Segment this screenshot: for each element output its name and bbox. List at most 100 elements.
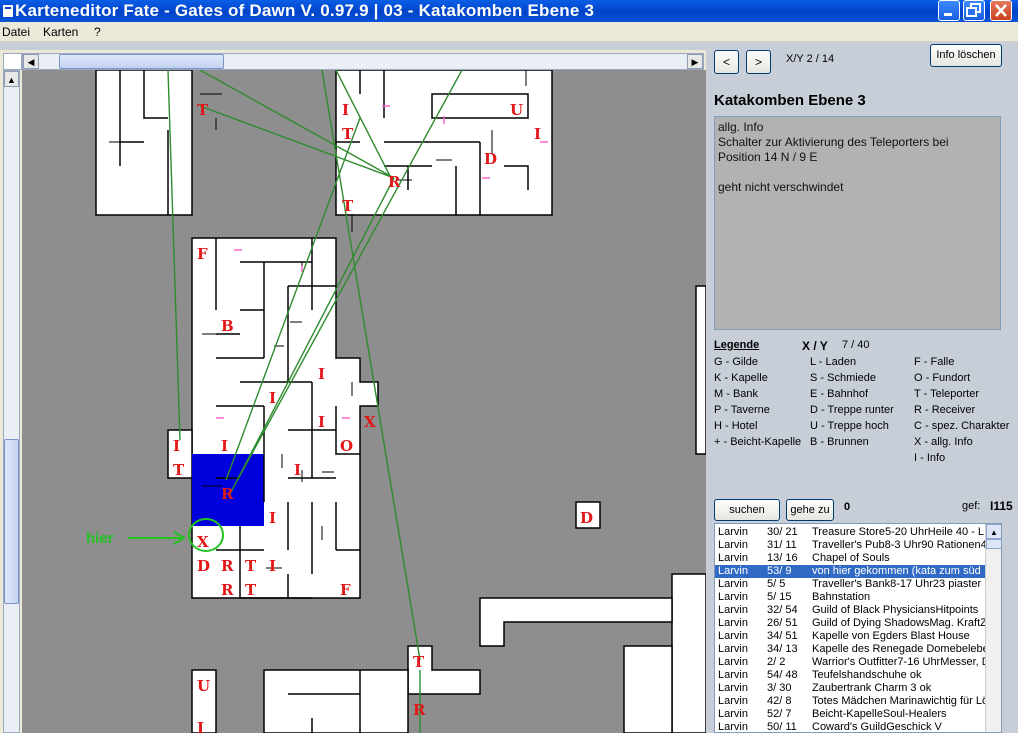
list-item[interactable]: Larvin 42/ 8 Totes Mädchen Marinawichtig f…: [715, 695, 985, 708]
map-label: R: [221, 581, 234, 599]
hier-label: hier: [86, 530, 114, 547]
map-title: Katakomben Ebene 3: [714, 92, 866, 109]
prev-button[interactable]: <: [714, 50, 739, 74]
info-textarea[interactable]: allg. Info Schalter zur Aktivierung des …: [714, 116, 1001, 330]
results-list[interactable]: Larvin 30/ 21 Treasure Store5-20 UhrHeile …: [714, 523, 1002, 733]
results-scrollbar[interactable]: ▲: [985, 524, 1001, 732]
legend-item: F - Falle: [914, 356, 955, 368]
legend-item: H - Hotel: [714, 420, 758, 432]
legend-item: P - Taverne: [714, 404, 770, 416]
legend-item: U - Treppe hoch: [810, 420, 889, 432]
legend-item: O - Fundort: [914, 372, 971, 384]
map-label: F: [197, 245, 208, 263]
map-vertical-scrollbar[interactable]: ▲: [3, 70, 20, 733]
map-label: R: [221, 485, 234, 503]
scroll-left-icon[interactable]: ◀: [23, 54, 39, 69]
search-button[interactable]: suchen: [714, 499, 780, 521]
vertical-scroll-thumb[interactable]: [4, 439, 19, 604]
list-item[interactable]: Larvin 50/ 11 Coward's GuildGeschick V: [715, 721, 985, 732]
results-scroll-thumb[interactable]: [986, 539, 1001, 549]
goto-button[interactable]: gehe zu: [786, 499, 834, 521]
list-item[interactable]: Larvin 34/ 13 Kapelle des Renegade Domebel…: [715, 643, 985, 656]
restore-icon: [966, 3, 981, 17]
scroll-corner: [3, 53, 22, 70]
legend-item: L - Laden: [810, 356, 857, 368]
map-label: I: [173, 437, 180, 455]
map-rooms: [95, 70, 706, 733]
legend-item: G - Gilde: [714, 356, 759, 368]
list-item[interactable]: Larvin 13/ 16 Chapel of Souls: [715, 552, 985, 565]
map-label: D: [197, 557, 210, 575]
map-label: T: [342, 125, 354, 143]
map-label: I: [269, 389, 276, 407]
minimize-button[interactable]: [938, 0, 960, 21]
minimize-icon: [944, 13, 952, 16]
list-item[interactable]: Larvin 5/ 5 Traveller's Bank8-17 Uhr23 pia…: [715, 578, 985, 591]
app-icon: [3, 5, 13, 17]
menu-datei[interactable]: Datei: [2, 25, 30, 39]
info-line: [718, 165, 997, 180]
map-label: T: [245, 581, 257, 599]
map-label: I: [197, 719, 204, 733]
list-item[interactable]: Larvin 54/ 48 Teufelshandschuhe ok: [715, 669, 985, 682]
legend-item: B - Brunnen: [810, 436, 869, 448]
list-item[interactable]: Larvin 52/ 7 Beicht-KapelleSoul-Healers: [715, 708, 985, 721]
map-label: I: [342, 101, 349, 119]
list-item-selected[interactable]: Larvin 53/ 9 von hier gekommen (kata zum s…: [715, 565, 985, 578]
legend-item: M - Bank: [714, 388, 759, 400]
legend-item: C - spez. Charakter: [914, 420, 1010, 432]
map-label: I: [294, 461, 301, 479]
map-label: T: [245, 557, 257, 575]
map-label: R: [221, 557, 234, 575]
map-label: I: [269, 557, 276, 575]
scroll-up-icon[interactable]: ▲: [4, 71, 19, 87]
list-item[interactable]: Larvin 31/ 11 Traveller's Pub8-3 Uhr90 Rat…: [715, 539, 985, 552]
found-label: gef:: [962, 500, 981, 512]
info-line: Schalter zur Aktivierung des Teleporters…: [718, 135, 949, 149]
map-label: I: [318, 413, 325, 431]
legend-item: S - Schmiede: [810, 372, 877, 384]
maximize-button[interactable]: [963, 0, 985, 21]
cursor-coords: X/Y 2 / 14: [786, 53, 835, 65]
list-item[interactable]: Larvin 3/ 30 Zaubertrank Charm 3 ok: [715, 682, 985, 695]
map-label: R: [388, 173, 401, 191]
list-item[interactable]: Larvin 26/ 51 Guild of Dying ShadowsMag. K…: [715, 617, 985, 630]
scroll-right-icon[interactable]: ▶: [687, 54, 703, 69]
close-button[interactable]: [990, 0, 1012, 21]
info-line: allg. Info: [718, 120, 764, 134]
list-item[interactable]: Larvin 5/ 15 Bahnstation: [715, 591, 985, 604]
map-label: T: [197, 101, 209, 119]
scroll-up-icon[interactable]: ▲: [986, 524, 1001, 539]
map-horizontal-scrollbar[interactable]: ◀ ▶: [22, 53, 704, 70]
list-item[interactable]: Larvin 30/ 21 Treasure Store5-20 UhrHeile …: [715, 526, 985, 539]
legend-item: R - Receiver: [914, 404, 976, 416]
menu-karten[interactable]: Karten: [43, 25, 78, 39]
xy-value: 7 / 40: [842, 339, 870, 351]
info-line: Position 14 N / 9 E: [718, 150, 818, 164]
map-label: I: [534, 125, 541, 143]
legend-item: T - Teleporter: [914, 388, 980, 400]
map-label: D: [484, 150, 497, 168]
next-button[interactable]: >: [746, 50, 771, 74]
map-canvas[interactable]: T I U I T D R T F B I I I X I I O T I R …: [22, 70, 706, 733]
menu-help[interactable]: ?: [94, 25, 101, 39]
xy-label: X / Y: [802, 339, 828, 353]
info-line: geht nicht verschwindet: [718, 180, 844, 194]
map-label: T: [342, 197, 354, 215]
clear-info-button[interactable]: Info löschen: [930, 44, 1002, 67]
map-label: U: [197, 677, 210, 695]
dungeon-map[interactable]: T I U I T D R T F B I I I X I I O T I R …: [22, 70, 706, 733]
horizontal-scroll-thumb[interactable]: [59, 54, 224, 69]
map-label: D: [580, 509, 593, 527]
list-item[interactable]: Larvin 34/ 51 Kapelle von Egders Blast Hou…: [715, 630, 985, 643]
info-panel: < > X/Y 2 / 14 Info löschen Katakomben E…: [706, 42, 1018, 733]
map-label: U: [510, 101, 523, 119]
map-label: T: [173, 461, 185, 479]
legend-title: Legende: [714, 339, 760, 351]
map-label: F: [340, 581, 351, 599]
list-item[interactable]: Larvin 32/ 54 Guild of Black PhysiciansHit…: [715, 604, 985, 617]
map-label: R: [413, 701, 426, 719]
legend-item: I - Info: [914, 452, 946, 464]
map-label: X: [364, 413, 376, 431]
list-item[interactable]: Larvin 2/ 2 Warrior's Outfitter7-16 UhrMes…: [715, 656, 985, 669]
